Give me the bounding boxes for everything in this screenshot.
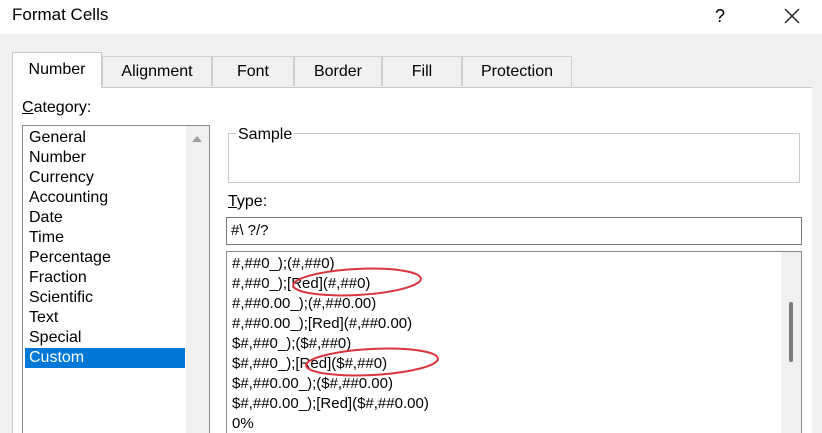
category-item-custom[interactable]: Custom: [25, 348, 185, 368]
tab-protection[interactable]: Protection: [462, 56, 572, 86]
category-label: Category:: [22, 99, 92, 116]
format-code-list[interactable]: #,##0_);(#,##0) #,##0_);[Red](#,##0) #,#…: [226, 251, 802, 433]
scroll-thumb[interactable]: [789, 302, 793, 362]
format-item[interactable]: 0%: [232, 414, 254, 433]
close-button[interactable]: [774, 2, 810, 30]
category-item-accounting[interactable]: Accounting: [25, 188, 185, 208]
sample-group: [228, 133, 800, 183]
category-item-date[interactable]: Date: [25, 208, 185, 228]
format-item[interactable]: #,##0_);(#,##0): [232, 254, 335, 274]
category-item-text[interactable]: Text: [25, 308, 185, 328]
scroll-up-arrow-icon[interactable]: [192, 136, 202, 142]
help-button[interactable]: ?: [705, 2, 735, 30]
tab-font[interactable]: Font: [212, 56, 294, 86]
format-item[interactable]: #,##0.00_);(#,##0.00): [232, 294, 376, 314]
category-item-fraction[interactable]: Fraction: [25, 268, 185, 288]
category-item-time[interactable]: Time: [25, 228, 185, 248]
type-input[interactable]: #\ ?/?: [226, 217, 802, 245]
tab-alignment[interactable]: Alignment: [102, 56, 212, 86]
format-item[interactable]: $#,##0_);($#,##0): [232, 334, 351, 354]
close-icon: [784, 8, 800, 24]
category-item-number[interactable]: Number: [25, 148, 185, 168]
tab-number[interactable]: Number: [12, 52, 102, 88]
format-item[interactable]: #,##0.00_);[Red](#,##0.00): [232, 314, 412, 334]
tab-strip: Number Alignment Font Border Fill Protec…: [12, 52, 810, 88]
category-item-scientific[interactable]: Scientific: [25, 288, 185, 308]
category-list[interactable]: General Number Currency Accounting Date …: [22, 125, 210, 433]
category-item-special[interactable]: Special: [25, 328, 185, 348]
format-item[interactable]: $#,##0_);[Red]($#,##0): [232, 354, 387, 374]
format-item[interactable]: $#,##0.00_);($#,##0.00): [232, 374, 393, 394]
type-label: Type:: [228, 193, 268, 210]
category-item-general[interactable]: General: [25, 128, 185, 148]
format-item[interactable]: #,##0_);[Red](#,##0): [232, 274, 370, 294]
format-list-scrollbar[interactable]: [781, 252, 801, 433]
category-scrollbar[interactable]: [186, 126, 209, 433]
format-item[interactable]: $#,##0.00_);[Red]($#,##0.00): [232, 394, 429, 414]
title-bar: Format Cells ?: [0, 0, 822, 34]
dialog-title: Format Cells: [12, 5, 109, 24]
category-item-percentage[interactable]: Percentage: [25, 248, 185, 268]
tab-border[interactable]: Border: [294, 56, 382, 86]
category-item-currency[interactable]: Currency: [25, 168, 185, 188]
tab-fill[interactable]: Fill: [382, 56, 462, 86]
sample-label: Sample: [236, 126, 295, 144]
